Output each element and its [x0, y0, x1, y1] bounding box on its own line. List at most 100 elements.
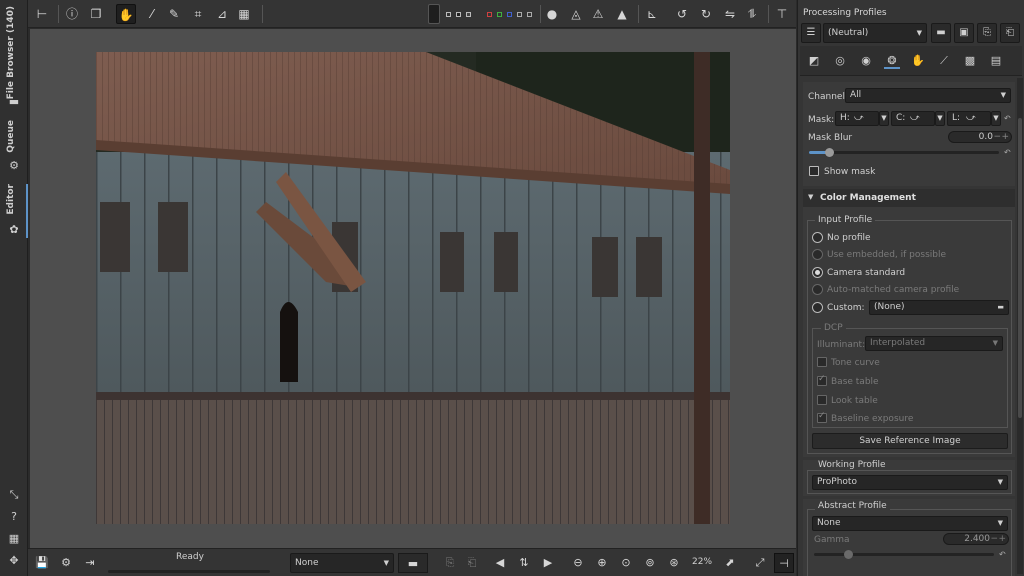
- tab-advanced-icon[interactable]: ✋: [910, 53, 926, 69]
- save-reference-image-button[interactable]: Save Reference Image: [812, 433, 1008, 449]
- tab-raw-icon[interactable]: ▩: [962, 53, 978, 69]
- paste-profile-icon[interactable]: ⎗: [462, 553, 482, 573]
- flip-vertical-icon[interactable]: ⥮: [742, 4, 762, 24]
- bg-grey-swatch[interactable]: [466, 12, 471, 17]
- channel-red-toggle[interactable]: [487, 12, 492, 17]
- mask-blur-spinner[interactable]: 0.0 − +: [948, 131, 1012, 143]
- navigator-icon[interactable]: ✥: [7, 554, 21, 568]
- use-embedded-radio[interactable]: [812, 249, 823, 260]
- perspective-icon[interactable]: ▦: [234, 4, 254, 24]
- reset-icon[interactable]: ↶: [1004, 114, 1011, 123]
- clipped-shadows-icon[interactable]: ●: [542, 4, 562, 24]
- color-management-header[interactable]: ▼ Color Management: [803, 189, 1015, 207]
- image-preview-area[interactable]: [30, 29, 796, 548]
- baseline-exposure-checkbox[interactable]: [817, 411, 827, 423]
- clip-warning-icon[interactable]: ▲: [612, 4, 632, 24]
- bg-dark-swatch[interactable]: [456, 12, 461, 17]
- channel-select[interactable]: All ▼: [845, 88, 1011, 103]
- external-editor-icon[interactable]: ⇥: [80, 553, 100, 573]
- tab-file-browser[interactable]: File Browser (140) ▬: [4, 6, 24, 110]
- tab-queue[interactable]: Queue ⚙: [4, 120, 24, 174]
- rotate-left-icon[interactable]: ↺: [672, 4, 692, 24]
- zoom-100-icon[interactable]: ⊙: [616, 553, 636, 573]
- custom-radio[interactable]: [812, 302, 823, 313]
- illuminant-select[interactable]: Interpolated ▼: [865, 336, 1003, 351]
- crop-fullscreen-icon[interactable]: ⤡: [7, 488, 21, 502]
- fullscreen-icon[interactable]: ⤢: [750, 553, 770, 573]
- info-icon[interactable]: ⓘ: [62, 4, 82, 24]
- copy-profile-icon[interactable]: ⎘: [440, 553, 460, 573]
- mask-l-curve[interactable]: L: ⤻: [947, 111, 991, 126]
- hide-panel-icon[interactable]: ⊢: [32, 4, 52, 24]
- help-icon[interactable]: ?: [7, 510, 21, 524]
- no-profile-radio[interactable]: [812, 232, 823, 243]
- mask-h-curve[interactable]: H: ⤻: [835, 111, 879, 126]
- tab-transform-icon[interactable]: ⟋: [936, 53, 952, 69]
- crop-icon[interactable]: ⌗: [188, 4, 208, 24]
- mask-l-dropdown[interactable]: ▼: [991, 111, 1001, 126]
- mask-c-dropdown[interactable]: ▼: [935, 111, 945, 126]
- copy-profile-icon[interactable]: ⎘: [977, 23, 997, 43]
- collapse-panel-icon[interactable]: ⊤: [772, 4, 792, 24]
- before-after-icon[interactable]: ❐: [86, 4, 106, 24]
- channel-blue-toggle[interactable]: [507, 12, 512, 17]
- tab-exposure-icon[interactable]: ◎: [832, 53, 848, 69]
- color-picker-icon[interactable]: ✎: [164, 4, 184, 24]
- tab-color-icon[interactable]: ❂: [884, 53, 900, 69]
- tool-panel-scrollbar[interactable]: [1017, 78, 1023, 574]
- channel-focus-toggle[interactable]: [527, 12, 532, 17]
- histogram-icon[interactable]: ⊾: [642, 4, 662, 24]
- show-mask-checkbox[interactable]: [809, 166, 819, 176]
- base-table-checkbox[interactable]: [817, 374, 827, 386]
- processing-profile-select[interactable]: (Neutral) ▼: [823, 23, 927, 43]
- tab-favorites-icon[interactable]: ◩: [806, 53, 822, 69]
- zoom-in-icon[interactable]: ⊕: [592, 553, 612, 573]
- reset-icon[interactable]: ↶: [999, 550, 1006, 559]
- gamma-slider[interactable]: [814, 550, 994, 559]
- paste-profile-icon[interactable]: ⎗: [1000, 23, 1020, 43]
- rotate-right-icon[interactable]: ↻: [696, 4, 716, 24]
- zoom-fit-crop-icon[interactable]: ⊛: [664, 553, 684, 573]
- load-profile-icon[interactable]: ▬: [931, 23, 951, 43]
- bottom-profile-select[interactable]: None ▼: [290, 553, 394, 573]
- zoom-fit-icon[interactable]: ⊚: [640, 553, 660, 573]
- channel-luminance-toggle[interactable]: [517, 12, 522, 17]
- background-color-toggle[interactable]: [428, 4, 440, 24]
- custom-profile-picker[interactable]: (None) ▬: [869, 300, 1009, 315]
- zoom-out-icon[interactable]: ⊖: [568, 553, 588, 573]
- abstract-profile-select[interactable]: None ▼: [812, 516, 1008, 531]
- slider-knob[interactable]: [844, 550, 853, 559]
- previous-image-icon[interactable]: ◀: [490, 553, 510, 573]
- minus-icon[interactable]: −: [993, 132, 1001, 142]
- queue-add-icon[interactable]: ⚙: [56, 553, 76, 573]
- scrollbar-thumb[interactable]: [1018, 118, 1022, 418]
- preferences-icon[interactable]: ▦: [7, 532, 21, 546]
- reset-icon[interactable]: ↶: [1004, 148, 1011, 157]
- save-image-icon[interactable]: 💾: [32, 553, 52, 573]
- working-profile-select[interactable]: ProPhoto ▼: [812, 475, 1008, 490]
- soft-proof-icon[interactable]: ◬: [566, 4, 586, 24]
- tab-editor[interactable]: Editor ✿: [4, 184, 28, 238]
- sync-icon[interactable]: ⇅: [514, 553, 534, 573]
- mask-h-dropdown[interactable]: ▼: [879, 111, 889, 126]
- white-balance-picker-icon[interactable]: ⁄: [142, 4, 162, 24]
- bg-black-swatch[interactable]: [446, 12, 451, 17]
- look-table-checkbox[interactable]: [817, 395, 827, 405]
- gamut-warning-icon[interactable]: ⚠: [588, 4, 608, 24]
- hide-right-panel-icon[interactable]: ⊣: [774, 553, 794, 573]
- next-image-icon[interactable]: ▶: [538, 553, 558, 573]
- plus-icon[interactable]: +: [1001, 132, 1009, 142]
- slider-knob[interactable]: [825, 148, 834, 157]
- mask-c-curve[interactable]: C: ⤻: [891, 111, 935, 126]
- mask-blur-slider[interactable]: [809, 148, 999, 157]
- camera-standard-radio[interactable]: [812, 267, 823, 278]
- tab-detail-icon[interactable]: ◉: [858, 53, 874, 69]
- hand-tool-icon[interactable]: ✋: [116, 4, 136, 24]
- new-detail-window-icon[interactable]: ⬈: [720, 553, 740, 573]
- folder-icon[interactable]: ▬: [398, 553, 428, 573]
- save-profile-icon[interactable]: ▣: [954, 23, 974, 43]
- plus-icon[interactable]: +: [998, 534, 1006, 544]
- profile-list-icon[interactable]: ☰: [801, 23, 821, 43]
- minus-icon[interactable]: −: [990, 534, 998, 544]
- tone-curve-checkbox[interactable]: [817, 357, 827, 367]
